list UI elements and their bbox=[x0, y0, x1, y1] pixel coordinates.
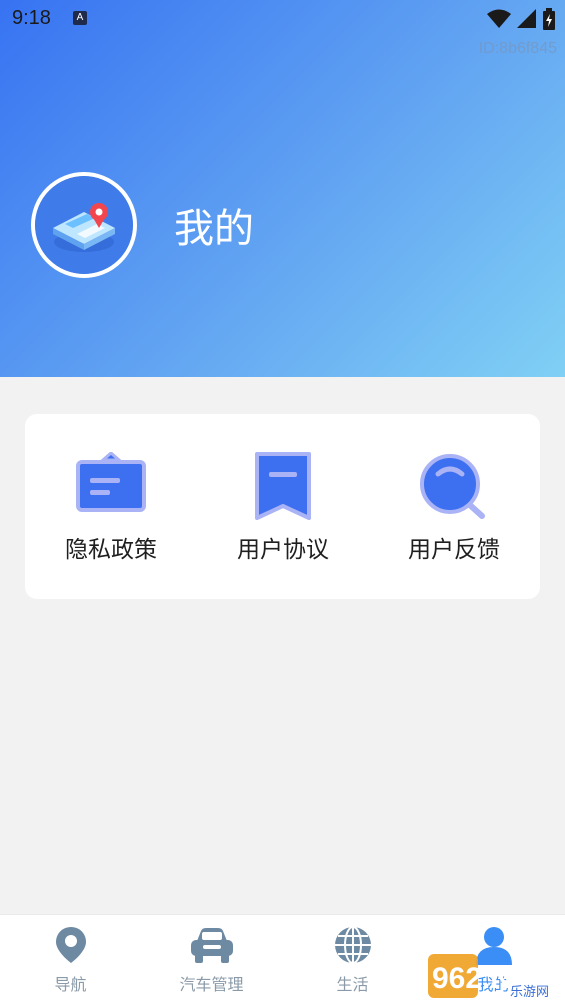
location-pin-icon bbox=[55, 927, 86, 963]
status-time: 9:18 bbox=[12, 7, 51, 29]
watermark: 962.NET 乐游网 bbox=[428, 952, 558, 1000]
car-icon bbox=[190, 928, 233, 963]
privacy-policy-button[interactable]: 隐私政策 bbox=[25, 452, 197, 572]
battery-icon bbox=[543, 8, 555, 30]
page-title: 我的 bbox=[174, 206, 254, 252]
user-feedback-label: 用户反馈 bbox=[408, 537, 500, 563]
search-feedback-icon bbox=[420, 454, 485, 519]
user-agreement-label: 用户协议 bbox=[237, 537, 329, 563]
wifi-icon bbox=[487, 9, 511, 28]
tab-navigation[interactable]: 导航 bbox=[0, 925, 141, 995]
profile-header: 9:18 A ID:8b6f845 我的 bbox=[0, 0, 565, 377]
tab-car-management-label: 汽车管理 bbox=[179, 975, 244, 994]
watermark-logo: 962.NET 乐游网 bbox=[428, 954, 550, 1000]
watermark-subtext: 乐游网 bbox=[510, 985, 549, 1000]
status-bar: 9:18 A bbox=[0, 0, 565, 38]
bookmark-icon bbox=[255, 452, 311, 520]
signal-icon bbox=[517, 9, 536, 28]
avatar[interactable] bbox=[31, 172, 137, 278]
menu-card: 隐私政策 用户协议 用户反馈 bbox=[25, 414, 540, 599]
tab-car-management[interactable]: 汽车管理 bbox=[141, 925, 282, 995]
user-id: ID:8b6f845 bbox=[478, 40, 557, 57]
notification-a-icon: A bbox=[73, 11, 87, 25]
privacy-policy-label: 隐私政策 bbox=[65, 537, 157, 563]
privacy-policy-icon bbox=[76, 452, 146, 512]
tab-life[interactable]: 生活 bbox=[282, 925, 423, 995]
user-feedback-button[interactable]: 用户反馈 bbox=[368, 452, 540, 572]
user-agreement-button[interactable]: 用户协议 bbox=[197, 452, 369, 572]
app-logo-map-icon bbox=[35, 176, 133, 274]
globe-icon bbox=[334, 926, 371, 964]
tab-navigation-label: 导航 bbox=[54, 975, 87, 994]
tab-life-label: 生活 bbox=[336, 975, 369, 994]
system-icons bbox=[487, 8, 555, 30]
